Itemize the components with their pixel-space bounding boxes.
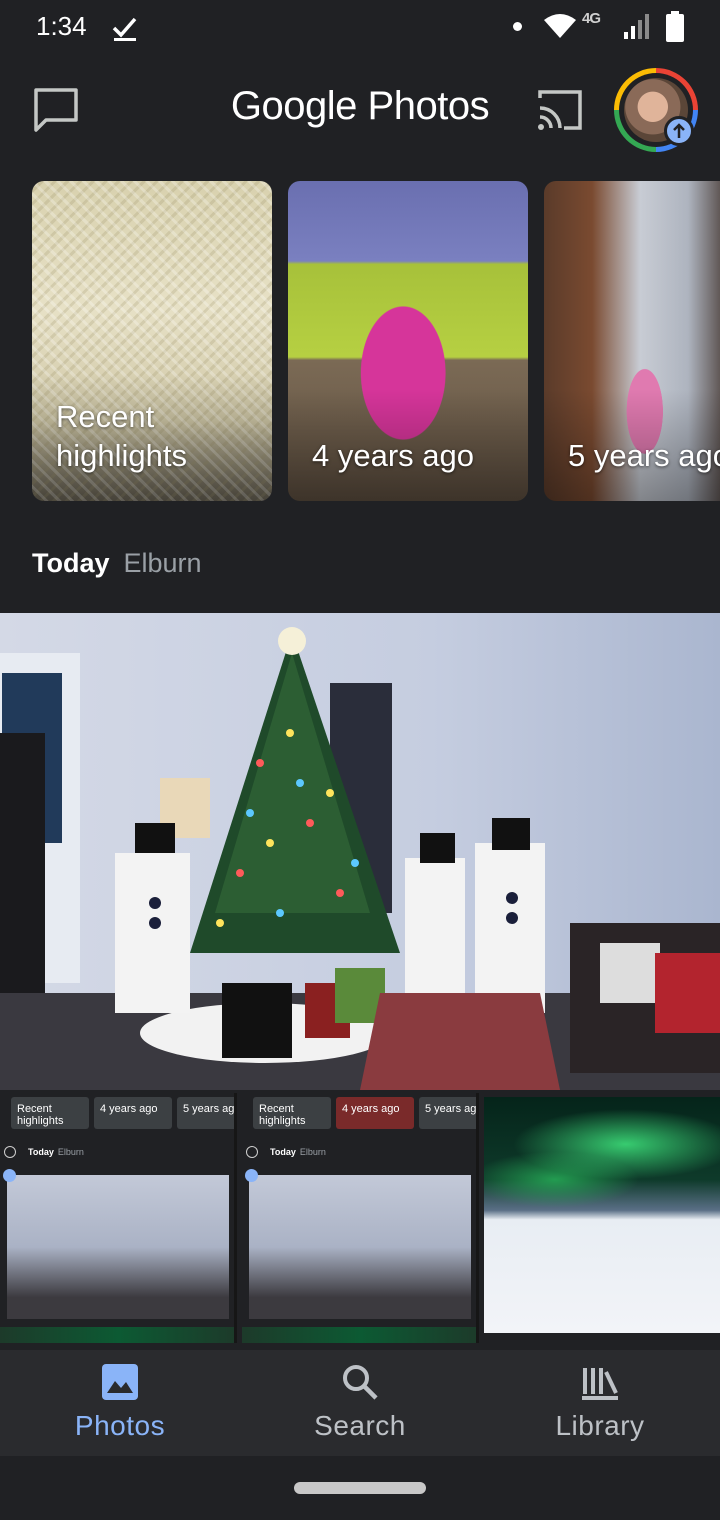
nav-library[interactable]: Library xyxy=(480,1350,720,1456)
memory-caption: 5 years ago xyxy=(568,438,720,473)
location-label: Elburn xyxy=(123,548,202,578)
notification-dot-icon xyxy=(513,22,522,31)
mini-tree-photo xyxy=(249,1175,471,1319)
home-gesture-handle[interactable] xyxy=(294,1482,426,1494)
mini-chip: Recent highlights xyxy=(253,1097,331,1129)
status-time: 1:34 xyxy=(36,11,87,41)
signal-icon xyxy=(624,14,649,39)
mini-date: Today xyxy=(28,1147,54,1157)
mini-date-label: Today Elburn xyxy=(270,1147,326,1157)
check-icon xyxy=(112,17,137,41)
bottom-navigation: Photos Search Library xyxy=(0,1350,720,1456)
app-bar: Google Photos xyxy=(0,56,720,166)
system-gesture-area xyxy=(0,1456,720,1520)
mini-strip xyxy=(242,1327,476,1343)
cast-icon[interactable] xyxy=(534,86,586,134)
nav-label-search: Search xyxy=(314,1410,406,1441)
photo-thumbnail[interactable]: Recent highlights 4 years ago 5 years ag… xyxy=(0,1093,237,1343)
mini-location: Elburn xyxy=(57,1147,84,1157)
mini-chip: Recent highlights xyxy=(11,1097,89,1129)
mini-date: Today xyxy=(270,1147,296,1157)
mini-chip: 4 years ago xyxy=(94,1097,172,1129)
photo-christmas-tree[interactable] xyxy=(0,613,720,1090)
app-title-brand: Google xyxy=(230,84,357,128)
nav-search[interactable]: Search xyxy=(240,1350,480,1456)
battery-icon xyxy=(666,11,684,42)
app-title: Google Photos xyxy=(0,84,720,129)
status-bar: 1:34 4G xyxy=(0,0,720,56)
memories-carousel[interactable]: Recent highlights 4 years ago 5 years ag… xyxy=(0,180,720,502)
wifi-icon xyxy=(544,14,576,38)
date-header: Today Elburn xyxy=(32,548,202,579)
mini-chip: 5 years ag xyxy=(419,1097,476,1129)
search-icon xyxy=(343,1365,378,1400)
select-radio-icon xyxy=(4,1146,16,1158)
backup-upload-icon xyxy=(664,116,694,146)
nav-photos[interactable]: Photos xyxy=(0,1350,240,1456)
select-radio-icon xyxy=(246,1146,258,1158)
memory-caption: 4 years ago xyxy=(312,438,474,473)
date-label: Today xyxy=(32,548,110,578)
memory-caption: Recent highlights xyxy=(56,399,187,473)
memory-card-5-years-ago[interactable]: 5 years ago xyxy=(544,181,720,501)
selected-check-icon xyxy=(245,1169,258,1182)
mini-strip xyxy=(0,1327,234,1343)
mini-location: Elburn xyxy=(299,1147,326,1157)
photo-thumbnail[interactable]: Recent highlights 4 years ago 5 years ag… xyxy=(242,1093,479,1343)
account-avatar[interactable] xyxy=(614,68,698,152)
nav-label-photos: Photos xyxy=(74,1410,166,1441)
photo-aurora-reindeer[interactable] xyxy=(484,1097,720,1333)
network-type: 4G xyxy=(582,10,601,27)
app-title-product: Photos xyxy=(367,84,490,128)
mini-date-label: Today Elburn xyxy=(28,1147,84,1157)
memory-card-recent-highlights[interactable]: Recent highlights xyxy=(32,181,272,501)
mini-chip: 5 years ag xyxy=(177,1097,234,1129)
photo-icon xyxy=(102,1364,138,1400)
mini-tree-photo xyxy=(7,1175,229,1319)
christmas-tree-photo-image xyxy=(0,613,720,1090)
library-icon xyxy=(582,1368,618,1400)
selected-check-icon xyxy=(3,1169,16,1182)
memory-card-4-years-ago[interactable]: 4 years ago xyxy=(288,181,528,501)
mini-chip: 4 years ago xyxy=(336,1097,414,1129)
nav-label-library: Library xyxy=(555,1410,645,1441)
